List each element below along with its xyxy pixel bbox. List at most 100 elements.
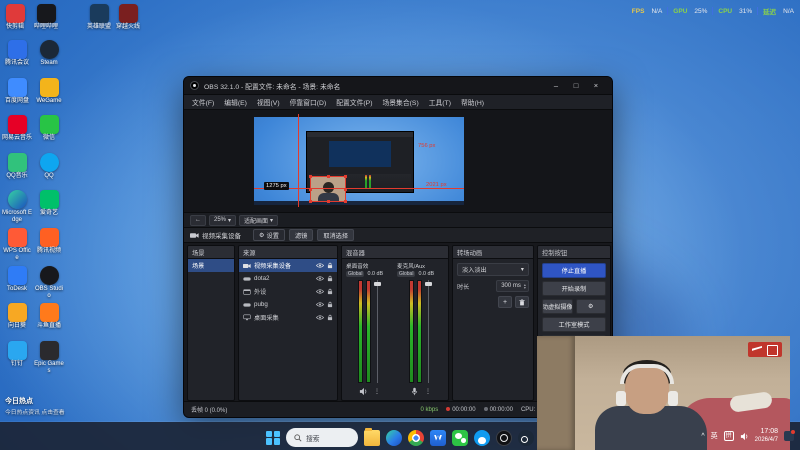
- selection-handle[interactable]: [344, 200, 347, 203]
- remove-transition-button[interactable]: [515, 296, 529, 308]
- close-button[interactable]: ×: [586, 77, 606, 95]
- desktop-icon[interactable]: Epic Games: [34, 341, 64, 375]
- source-filters-button[interactable]: 滤镜: [288, 229, 314, 241]
- desktop-icon[interactable]: 腾讯会议: [2, 40, 32, 67]
- lock-icon[interactable]: [327, 314, 333, 321]
- menu-item-profile[interactable]: 配置文件(P): [331, 97, 377, 107]
- menu-item-file[interactable]: 文件(F): [187, 97, 219, 107]
- desktop-icon[interactable]: 微信: [34, 115, 64, 142]
- menu-item-help[interactable]: 帮助(H): [456, 97, 489, 107]
- desktop-icon[interactable]: QQ: [34, 153, 64, 180]
- taskbar-clock[interactable]: 17:08 2026/4/7: [755, 428, 778, 444]
- source-row[interactable]: pubg: [239, 298, 337, 311]
- add-transition-button[interactable]: +: [498, 296, 512, 308]
- transition-select[interactable]: 淡入淡出 ▾: [457, 263, 529, 276]
- start-recording-button[interactable]: 开始录制: [542, 281, 606, 296]
- volume-slider[interactable]: [425, 280, 432, 383]
- lock-icon[interactable]: [327, 301, 333, 308]
- selection-handle[interactable]: [309, 200, 312, 203]
- menu-item-scene-collection[interactable]: 场景集合(S): [377, 97, 423, 107]
- taskbar-icon-wechat[interactable]: [452, 429, 468, 446]
- speaker-icon[interactable]: [359, 387, 368, 396]
- lock-icon[interactable]: [327, 288, 333, 295]
- news-popup[interactable]: 今日热点 今日热点资讯 点击查看: [5, 396, 65, 416]
- taskbar-icon-edge[interactable]: [386, 429, 402, 446]
- desktop-icon[interactable]: OBS Studio: [34, 266, 64, 300]
- source-row[interactable]: 外设: [239, 285, 337, 298]
- taskbar-icon-browser[interactable]: [408, 429, 424, 446]
- selection-handle[interactable]: [327, 175, 330, 178]
- lock-icon[interactable]: [327, 275, 333, 282]
- language-indicator[interactable]: 英: [711, 431, 718, 441]
- desktop-icon[interactable]: 斗鱼直播: [34, 303, 64, 330]
- notification-center-button[interactable]: [784, 430, 795, 441]
- speaker-icon[interactable]: [740, 432, 749, 441]
- tray-chevron-icon[interactable]: ^: [701, 433, 704, 440]
- desktop-icon[interactable]: 腾讯视频: [34, 228, 64, 255]
- desktop-icon[interactable]: WPS Office: [2, 228, 32, 262]
- duration-spinner[interactable]: 300 ms ▴ ▾: [496, 280, 529, 292]
- visibility-eye-icon[interactable]: [316, 263, 324, 268]
- spinner-arrows-icon[interactable]: ▴ ▾: [524, 282, 526, 290]
- volume-slider[interactable]: [374, 280, 381, 383]
- channel-menu-icon[interactable]: ⋮: [374, 388, 380, 395]
- zoom-select[interactable]: 25% ▾: [209, 214, 237, 226]
- desktop-icon[interactable]: 向日葵: [2, 303, 32, 330]
- selected-source-webcam[interactable]: [309, 175, 347, 203]
- source-row[interactable]: dota2: [239, 272, 337, 285]
- maximize-button[interactable]: □: [566, 77, 586, 95]
- menu-item-edit[interactable]: 编辑(E): [219, 97, 252, 107]
- source-row[interactable]: 桌面采集: [239, 311, 337, 324]
- stop-streaming-button[interactable]: 停止直播: [542, 263, 606, 278]
- menu-item-docks[interactable]: 停靠窗口(D): [285, 97, 332, 107]
- back-arrow-button[interactable]: ←: [190, 214, 206, 226]
- game-capture-icon: [243, 302, 251, 307]
- desktop-icon[interactable]: 爱奇艺: [34, 190, 64, 217]
- obs-title-bar[interactable]: OBS 32.1.0 - 配置文件: 未命名 - 场景: 未命名 – □ ×: [184, 77, 612, 95]
- desktop-icon[interactable]: 网易云音乐: [2, 115, 32, 142]
- desktop-icon[interactable]: 哔哩哔哩: [31, 4, 61, 31]
- desktop-icon[interactable]: QQ音乐: [2, 153, 32, 180]
- taskbar-icon-steam[interactable]: [518, 429, 534, 446]
- visibility-eye-icon[interactable]: [316, 289, 324, 294]
- desktop-icon[interactable]: 钉钉: [2, 341, 32, 368]
- menu-item-view[interactable]: 视图(V): [252, 97, 285, 107]
- visibility-eye-icon[interactable]: [316, 302, 324, 307]
- channel-menu-icon[interactable]: ⋮: [425, 388, 431, 395]
- desktop-icon[interactable]: ToDesk: [2, 266, 32, 293]
- fit-canvas-select[interactable]: 适配画面 ▾: [239, 214, 279, 226]
- menu-item-tools[interactable]: 工具(T): [424, 97, 456, 107]
- desktop-icon[interactable]: 英雄联盟: [84, 4, 114, 31]
- start-button[interactable]: [266, 430, 280, 445]
- visibility-eye-icon[interactable]: [316, 315, 324, 320]
- desktop-icon[interactable]: 百度网盘: [2, 78, 32, 105]
- taskbar-icon-obs[interactable]: [496, 429, 512, 446]
- source-row[interactable]: 视频采集设备: [239, 259, 337, 272]
- preview-canvas[interactable]: 1275 px 756 px 2021 px: [184, 110, 612, 212]
- taskbar-icon-wegame[interactable]: [430, 429, 446, 446]
- selection-handle[interactable]: [309, 175, 312, 178]
- desktop-icon[interactable]: Microsoft Edge: [2, 190, 32, 224]
- ime-mode-indicator[interactable]: 拼: [723, 431, 734, 441]
- virtual-camera-button[interactable]: 启动虚拟摄像机: [542, 299, 573, 314]
- taskbar-icon-file-explorer[interactable]: [364, 427, 380, 446]
- selection-handle[interactable]: [327, 200, 330, 203]
- separator: [712, 7, 714, 15]
- desktop-icon[interactable]: 快剪辑: [0, 4, 30, 31]
- lock-icon[interactable]: [327, 262, 333, 269]
- desktop-icon[interactable]: Steam: [34, 40, 64, 67]
- deselect-button[interactable]: 取消选择: [317, 229, 355, 241]
- selection-handle[interactable]: [344, 175, 347, 178]
- desktop-icon[interactable]: WeGame: [34, 78, 64, 105]
- taskbar-search[interactable]: 搜索: [286, 428, 358, 447]
- taskbar-icon-qq[interactable]: [474, 429, 490, 446]
- mic-icon[interactable]: [410, 387, 419, 396]
- visibility-eye-icon[interactable]: [316, 276, 324, 281]
- taskbar-center-icons: 搜索: [266, 427, 534, 447]
- virtual-camera-settings-button[interactable]: ⚙: [575, 299, 606, 314]
- studio-mode-button[interactable]: 工作室模式: [542, 317, 606, 332]
- scene-list-item[interactable]: 场景: [188, 259, 234, 272]
- source-properties-button[interactable]: ⚙ 设置: [253, 229, 285, 241]
- desktop-icon[interactable]: 穿越火线: [113, 4, 143, 31]
- minimize-button[interactable]: –: [546, 77, 566, 95]
